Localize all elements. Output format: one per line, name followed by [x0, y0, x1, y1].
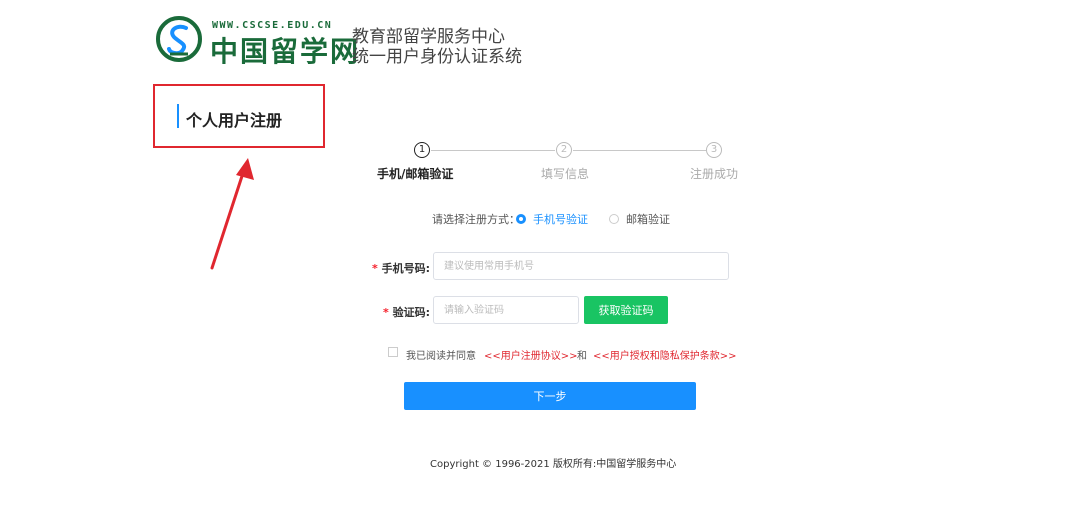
terms-link[interactable]: <<用户注册协议>>: [484, 347, 578, 362]
verification-code-input[interactable]: [433, 296, 579, 324]
step-connector: [573, 150, 706, 151]
next-step-button[interactable]: 下一步: [404, 382, 696, 410]
privacy-link[interactable]: <<用户授权和隐私保护条款>>: [593, 347, 737, 362]
annotation-arrow-icon: [210, 158, 254, 270]
logo-name: 中国留学网: [210, 35, 361, 68]
step-3-label: 注册成功: [690, 167, 739, 181]
heading-accent-bar: [177, 104, 179, 128]
copyright-text: Copyright © 1996-2021 版权所有:中国留学服务中心: [430, 459, 677, 470]
system-title-line2: 统一用户身份认证系统: [352, 47, 522, 67]
required-mark: *: [372, 262, 378, 275]
cscse-logo-icon: [156, 16, 202, 62]
phone-label: * 手机号码:: [372, 260, 430, 276]
step-connector: [431, 150, 555, 151]
get-code-button[interactable]: 获取验证码: [584, 296, 668, 324]
code-label-text: 验证码:: [392, 306, 431, 319]
step-1-circle: 1: [414, 142, 430, 158]
step-2-circle: 2: [556, 142, 572, 158]
code-label: * 验证码:: [383, 304, 430, 320]
step-3-circle: 3: [706, 142, 722, 158]
step-2-label: 填写信息: [541, 167, 590, 181]
agreement-prefix: 我已阅读并同意: [406, 351, 476, 362]
method-label: 请选择注册方式：: [432, 213, 520, 226]
page-title: 个人用户注册: [186, 111, 283, 130]
phone-label-text: 手机号码:: [381, 262, 431, 275]
agreement-checkbox[interactable]: [388, 347, 398, 357]
phone-input[interactable]: [433, 252, 729, 280]
radio-phone-verify-label[interactable]: 手机号验证: [533, 211, 588, 227]
radio-phone-verify[interactable]: [516, 214, 526, 224]
radio-email-verify[interactable]: [609, 214, 619, 224]
step-1-label: 手机/邮箱验证: [377, 167, 454, 181]
agreement-conjunction: 和: [577, 351, 587, 362]
radio-email-verify-label[interactable]: 邮箱验证: [626, 211, 670, 227]
required-mark: *: [383, 306, 389, 319]
